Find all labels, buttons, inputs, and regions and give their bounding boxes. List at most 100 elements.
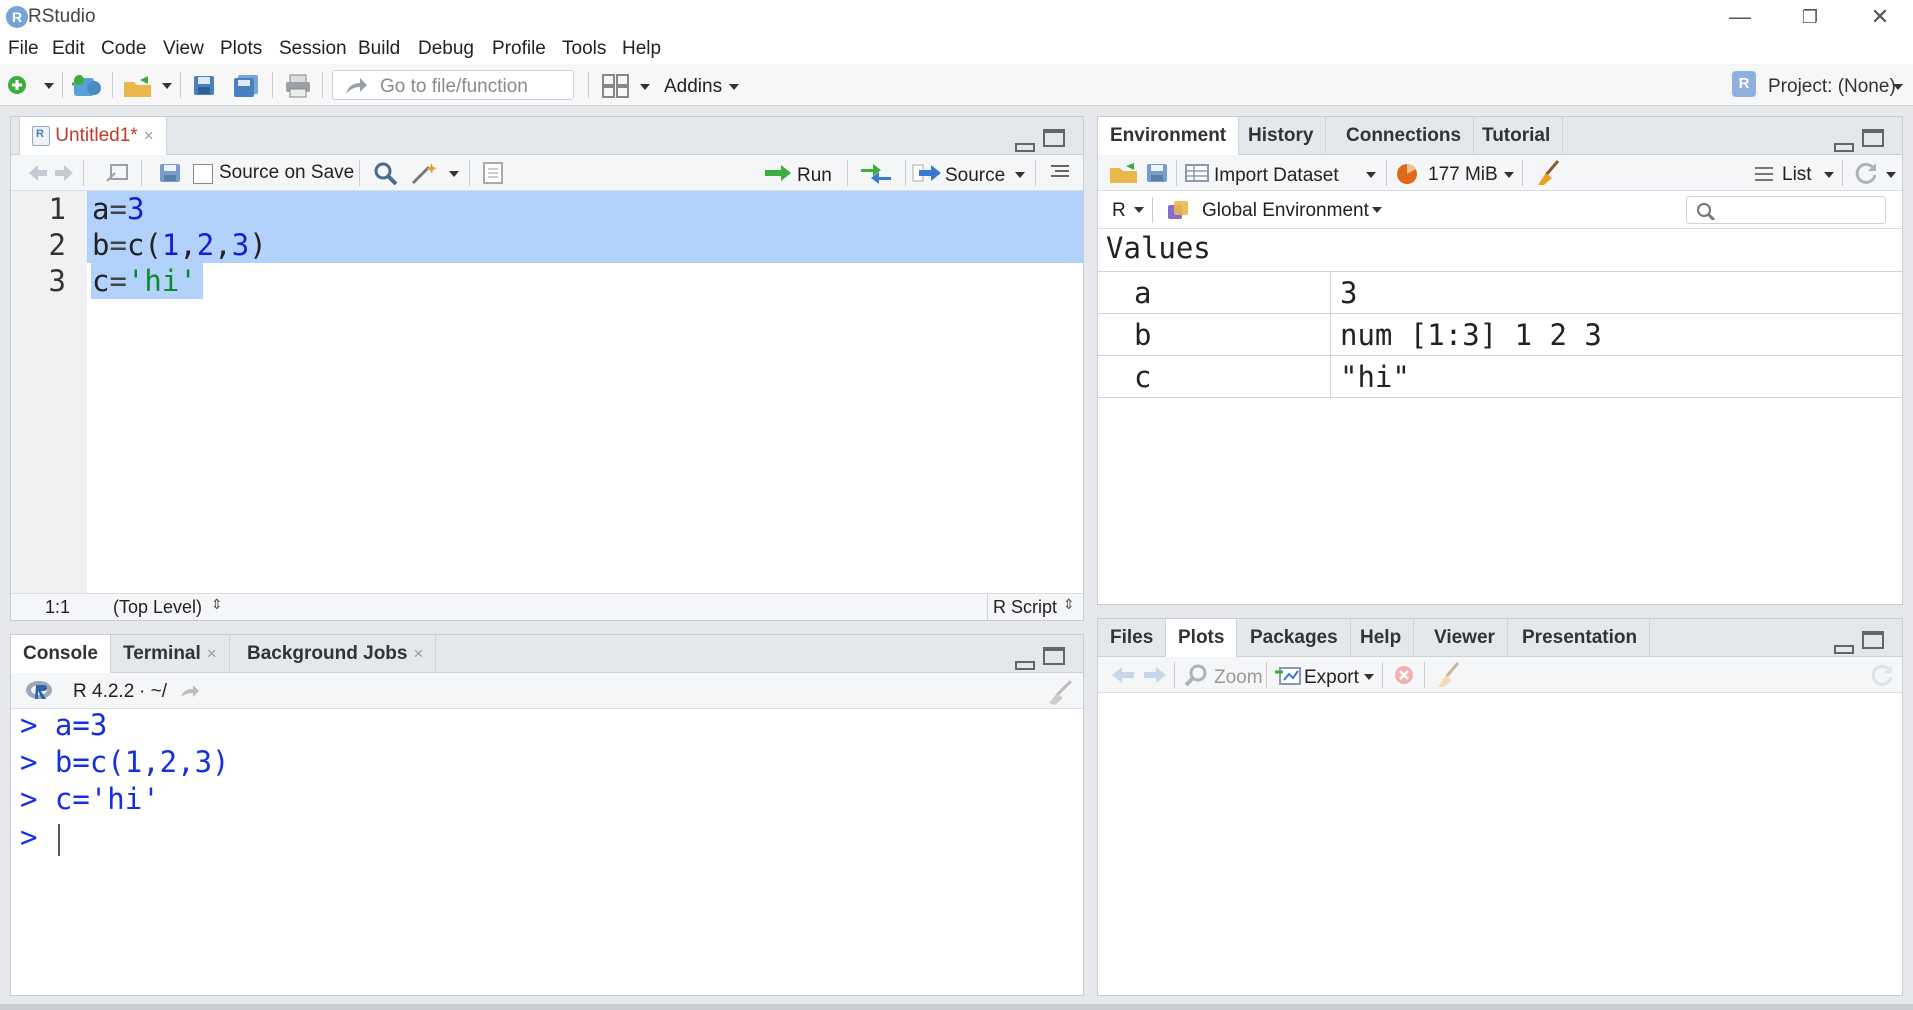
chevron-down-icon[interactable] xyxy=(162,83,172,89)
minimize-window-button[interactable]: — xyxy=(1705,0,1775,34)
menu-profile[interactable]: Profile xyxy=(492,38,546,60)
rerun-icon[interactable] xyxy=(859,161,893,190)
console-prompt[interactable]: > xyxy=(20,820,55,854)
menu-file[interactable]: File xyxy=(8,38,39,60)
close-tab-icon[interactable]: × xyxy=(413,644,423,663)
new-file-icon[interactable] xyxy=(6,74,30,96)
forward-arrow-icon[interactable] xyxy=(53,163,75,188)
chevron-down-icon[interactable] xyxy=(1504,172,1514,178)
compile-report-icon[interactable] xyxy=(481,161,505,190)
addins-menu[interactable]: Addins xyxy=(664,76,722,98)
tab-untitled1[interactable]: R Untitled1* × xyxy=(19,117,167,155)
minimize-pane-icon[interactable] xyxy=(1834,143,1854,152)
tab-help[interactable]: Help xyxy=(1348,619,1415,657)
close-window-button[interactable]: ✕ xyxy=(1845,0,1913,34)
memory-usage[interactable]: 177 MiB xyxy=(1428,164,1498,186)
grid-layout-icon[interactable] xyxy=(602,74,630,103)
import-dataset-button[interactable]: Import Dataset xyxy=(1214,165,1339,187)
chevron-down-icon[interactable] xyxy=(1364,674,1374,680)
environment-search-input[interactable] xyxy=(1686,196,1886,224)
forward-arrow-icon[interactable] xyxy=(1142,665,1168,690)
open-file-icon[interactable] xyxy=(122,74,156,97)
save-icon[interactable] xyxy=(192,74,216,96)
restore-window-button[interactable]: ❐ xyxy=(1775,0,1845,34)
tab-connections[interactable]: Connections xyxy=(1334,117,1475,155)
save-workspace-icon[interactable] xyxy=(1146,163,1168,188)
menu-session[interactable]: Session xyxy=(279,38,347,60)
goto-directory-icon[interactable] xyxy=(179,683,201,704)
clear-console-icon[interactable] xyxy=(1045,679,1075,710)
refresh-icon[interactable] xyxy=(1870,663,1896,692)
chevron-down-icon[interactable] xyxy=(1134,207,1144,213)
outline-icon[interactable] xyxy=(1049,163,1071,186)
magic-wand-icon[interactable] xyxy=(411,161,439,190)
code-line[interactable]: c='hi' xyxy=(92,263,197,299)
source-on-save-checkbox[interactable] xyxy=(193,164,213,184)
code-line[interactable]: a=3 xyxy=(92,191,144,227)
chevron-down-icon[interactable] xyxy=(1372,207,1382,213)
back-arrow-icon[interactable] xyxy=(27,163,49,188)
show-in-window-icon[interactable] xyxy=(105,163,129,188)
load-workspace-icon[interactable] xyxy=(1108,162,1140,189)
minimize-pane-icon[interactable] xyxy=(1834,645,1854,654)
refresh-icon[interactable] xyxy=(1854,161,1880,190)
source-button[interactable]: Source xyxy=(945,165,1005,187)
menu-plots[interactable]: Plots xyxy=(220,38,262,60)
minimize-pane-icon[interactable] xyxy=(1015,143,1035,152)
chevron-down-icon[interactable] xyxy=(1366,172,1376,178)
tab-terminal[interactable]: Terminal × xyxy=(111,635,230,673)
updown-icon[interactable]: ⇕ xyxy=(211,596,223,613)
table-row[interactable]: c "hi" xyxy=(1098,356,1902,398)
close-tab-icon[interactable]: × xyxy=(144,126,154,145)
menu-debug[interactable]: Debug xyxy=(418,38,474,60)
chevron-down-icon[interactable] xyxy=(44,83,54,89)
run-button[interactable]: Run xyxy=(797,165,832,187)
tab-presentation[interactable]: Presentation xyxy=(1510,619,1651,657)
tab-console[interactable]: Console xyxy=(11,635,111,673)
new-project-icon[interactable] xyxy=(72,74,104,96)
environment-scope-selector[interactable]: Global Environment xyxy=(1202,200,1369,222)
menu-build[interactable]: Build xyxy=(358,38,400,60)
menu-help[interactable]: Help xyxy=(622,38,661,60)
run-arrow-icon[interactable] xyxy=(763,163,793,188)
tab-viewer[interactable]: Viewer xyxy=(1422,619,1508,657)
tab-packages[interactable]: Packages xyxy=(1238,619,1351,657)
clear-plots-broom-icon[interactable] xyxy=(1434,661,1462,694)
chevron-down-icon[interactable] xyxy=(1893,84,1903,90)
list-view-icon[interactable] xyxy=(1754,166,1774,187)
view-mode-selector[interactable]: List xyxy=(1782,164,1812,186)
code-line[interactable]: b=c(1,2,3) xyxy=(92,227,267,263)
import-dataset-icon[interactable] xyxy=(1184,163,1212,188)
tab-history[interactable]: History xyxy=(1236,117,1327,155)
updown-icon[interactable]: ⇕ xyxy=(1063,596,1075,613)
chevron-down-icon[interactable] xyxy=(449,171,459,177)
clear-workspace-broom-icon[interactable] xyxy=(1534,159,1562,192)
close-tab-icon[interactable]: × xyxy=(207,644,217,663)
zoom-button[interactable]: Zoom xyxy=(1214,667,1263,689)
search-icon[interactable] xyxy=(373,161,399,190)
export-button[interactable]: Export xyxy=(1304,667,1359,689)
maximize-pane-icon[interactable] xyxy=(1043,129,1065,147)
menu-code[interactable]: Code xyxy=(101,38,146,60)
project-menu[interactable]: Project: (None) xyxy=(1768,76,1896,98)
save-all-icon[interactable] xyxy=(232,74,260,97)
chevron-down-icon[interactable] xyxy=(1886,172,1896,178)
source-arrow-icon[interactable] xyxy=(911,163,943,188)
minimize-pane-icon[interactable] xyxy=(1015,661,1035,670)
export-icon[interactable] xyxy=(1274,664,1302,691)
menu-edit[interactable]: Edit xyxy=(52,38,85,60)
chevron-down-icon[interactable] xyxy=(1015,172,1025,178)
maximize-pane-icon[interactable] xyxy=(1043,647,1065,665)
menu-view[interactable]: View xyxy=(163,38,204,60)
maximize-pane-icon[interactable] xyxy=(1862,631,1884,649)
tab-environment[interactable]: Environment xyxy=(1098,117,1240,155)
chevron-down-icon[interactable] xyxy=(640,84,650,90)
table-row[interactable]: a 3 xyxy=(1098,272,1902,314)
table-row[interactable]: b num [1:3] 1 2 3 xyxy=(1098,314,1902,356)
language-selector[interactable]: R xyxy=(1112,200,1126,222)
maximize-pane-icon[interactable] xyxy=(1862,129,1884,147)
save-icon[interactable] xyxy=(159,163,181,188)
scope-selector[interactable]: (Top Level) xyxy=(113,597,202,618)
chevron-down-icon[interactable] xyxy=(729,84,739,90)
tab-plots[interactable]: Plots xyxy=(1166,619,1238,657)
